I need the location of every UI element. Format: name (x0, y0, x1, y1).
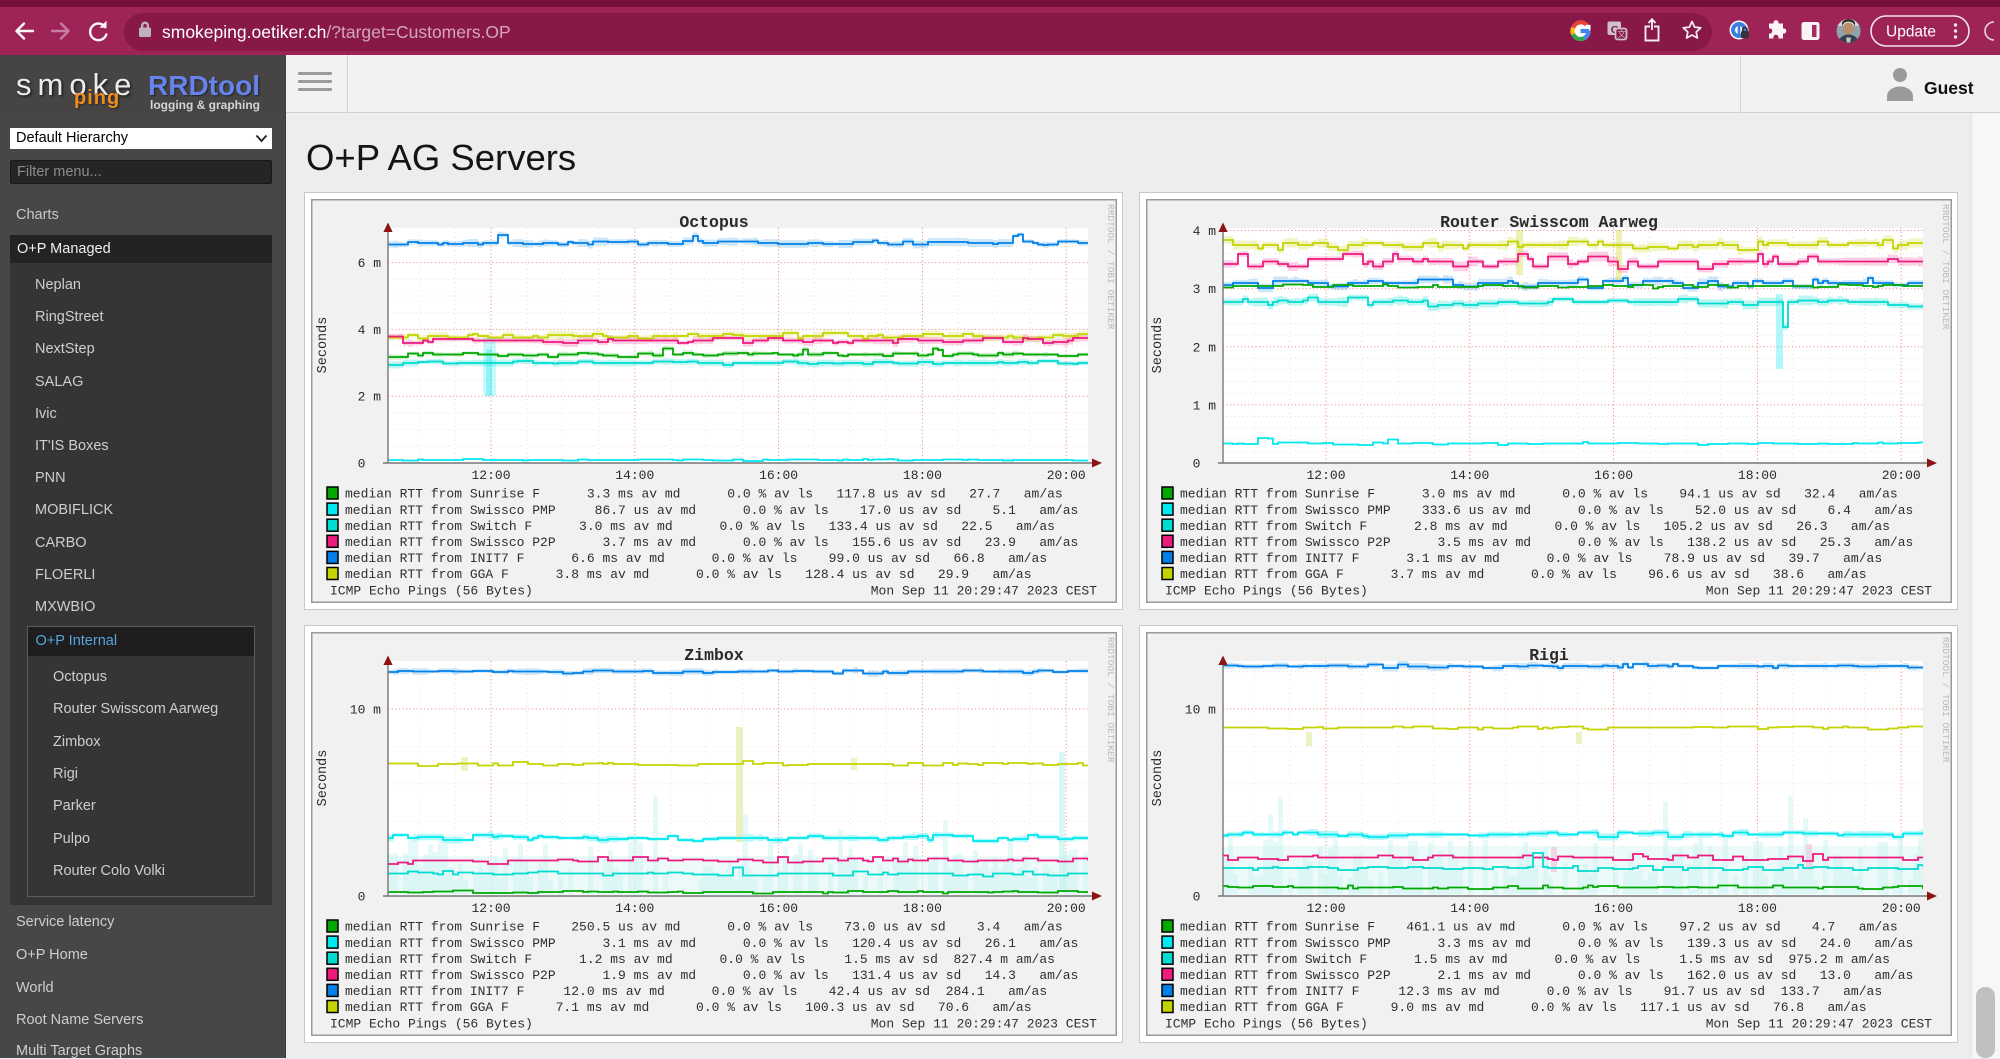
svg-text:16:00: 16:00 (1594, 468, 1633, 483)
svg-text:median RTT from Swissco PMP: median RTT from Swissco PMP 333.6 us av … (1180, 503, 1913, 518)
svg-text:median RTT from Switch F: median RTT from Switch F 1.2 ms av md 0.… (345, 952, 1055, 967)
svg-text:ICMP Echo Pings (56 Bytes): ICMP Echo Pings (56 Bytes) (330, 1017, 533, 1032)
svg-text:14:00: 14:00 (1450, 901, 1489, 916)
svg-text:10 m: 10 m (350, 703, 381, 718)
svg-text:median RTT from Swissco PMP: median RTT from Swissco PMP 86.7 us av m… (345, 503, 1078, 518)
svg-text:ICMP Echo Pings (56 Bytes): ICMP Echo Pings (56 Bytes) (330, 584, 533, 599)
svg-text:median RTT from Swissco PMP: median RTT from Swissco PMP 3.3 ms av md… (1180, 936, 1913, 951)
svg-text:median RTT from Sunrise F: median RTT from Sunrise F 3.0 ms av md 0… (1180, 487, 1898, 502)
svg-text:16:00: 16:00 (759, 468, 798, 483)
svg-text:2 m: 2 m (1193, 340, 1217, 355)
svg-text:18:00: 18:00 (1738, 468, 1777, 483)
svg-text:20:00: 20:00 (1882, 468, 1921, 483)
svg-text:median RTT from Swissco P2P: median RTT from Swissco P2P 3.7 ms av md… (345, 535, 1078, 550)
svg-text:1 m: 1 m (1193, 398, 1217, 413)
svg-text:2 m: 2 m (358, 390, 382, 405)
svg-text:RRDTOOL / TOBI OETIKER: RRDTOOL / TOBI OETIKER (1940, 204, 1951, 330)
svg-text:14:00: 14:00 (615, 901, 654, 916)
svg-text:median RTT from GGA F 3.7: median RTT from GGA F 3.7 ms av md 0.0 %… (1180, 567, 1867, 582)
svg-text:12:00: 12:00 (471, 901, 510, 916)
svg-text:RRDTOOL / TOBI OETIKER: RRDTOOL / TOBI OETIKER (1105, 637, 1116, 763)
svg-text:12:00: 12:00 (471, 468, 510, 483)
svg-text:20:00: 20:00 (1047, 468, 1086, 483)
svg-text:median RTT from Sunrise F: median RTT from Sunrise F 3.3 ms av md 0… (345, 487, 1063, 502)
svg-text:Mon Sep 11 20:29:47 2023 CEST: Mon Sep 11 20:29:47 2023 CEST (1706, 1017, 1932, 1032)
svg-text:Seconds: Seconds (1151, 317, 1166, 374)
svg-text:median RTT from INIT7 F 6: median RTT from INIT7 F 6.6 ms av md 0.0… (345, 551, 1047, 566)
svg-text:Zimbox: Zimbox (684, 646, 744, 665)
svg-text:文: 文 (1617, 29, 1626, 39)
svg-text:0: 0 (358, 457, 381, 472)
svg-text:0: 0 (1193, 457, 1216, 472)
svg-text:Octopus: Octopus (679, 213, 748, 232)
svg-text:median RTT from GGA F 7.1: median RTT from GGA F 7.1 ms av md 0.0 %… (345, 1000, 1032, 1015)
svg-text:18:00: 18:00 (1738, 901, 1777, 916)
svg-text:median RTT from Switch F: median RTT from Switch F 1.5 ms av md 0.… (1180, 952, 1890, 967)
svg-text:4 m: 4 m (358, 323, 382, 338)
svg-text:18:00: 18:00 (903, 901, 942, 916)
svg-text:Seconds: Seconds (316, 317, 331, 374)
svg-text:median RTT from Sunrise F 2: median RTT from Sunrise F 250.5 us av md… (345, 920, 1063, 935)
svg-text:Rigi: Rigi (1529, 646, 1569, 665)
svg-text:median RTT from Switch F: median RTT from Switch F 2.8 ms av md 0.… (1180, 519, 1890, 534)
svg-text:median RTT from INIT7 F 12: median RTT from INIT7 F 12.3 ms av md 0.… (1180, 984, 1882, 999)
svg-text:median RTT from INIT7 F 12: median RTT from INIT7 F 12.0 ms av md 0.… (345, 984, 1047, 999)
svg-text:median RTT from Switch F: median RTT from Switch F 3.0 ms av md 0.… (345, 519, 1055, 534)
svg-text:Router Swisscom Aarweg: Router Swisscom Aarweg (1440, 213, 1658, 232)
svg-text:4 m: 4 m (1193, 224, 1217, 239)
svg-text:Mon Sep 11 20:29:47 2023 CEST: Mon Sep 11 20:29:47 2023 CEST (871, 584, 1097, 599)
svg-text:12:00: 12:00 (1306, 468, 1345, 483)
svg-text:Mon Sep 11 20:29:47 2023 CEST: Mon Sep 11 20:29:47 2023 CEST (871, 1017, 1097, 1032)
svg-text:median RTT from Swissco P2P: median RTT from Swissco P2P 1.9 ms av md… (345, 968, 1078, 983)
svg-text:median RTT from Swissco P2P: median RTT from Swissco P2P 3.5 ms av md… (1180, 535, 1913, 550)
svg-text:14:00: 14:00 (1450, 468, 1489, 483)
svg-text:RRDTOOL / TOBI OETIKER: RRDTOOL / TOBI OETIKER (1940, 637, 1951, 763)
svg-text:6 m: 6 m (358, 256, 382, 271)
svg-text:0: 0 (1193, 890, 1216, 905)
svg-text:ICMP Echo Pings (56 Bytes): ICMP Echo Pings (56 Bytes) (1165, 1017, 1368, 1032)
svg-text:16:00: 16:00 (1594, 901, 1633, 916)
svg-text:16:00: 16:00 (759, 901, 798, 916)
svg-text:RRDTOOL / TOBI OETIKER: RRDTOOL / TOBI OETIKER (1105, 204, 1116, 330)
svg-text:median RTT from GGA F 9.0: median RTT from GGA F 9.0 ms av md 0.0 %… (1180, 1000, 1867, 1015)
svg-text:median RTT from Swissco PMP: median RTT from Swissco PMP 3.1 ms av md… (345, 936, 1078, 951)
svg-text:10 m: 10 m (1185, 703, 1216, 718)
svg-text:Seconds: Seconds (1151, 750, 1166, 807)
svg-text:20:00: 20:00 (1882, 901, 1921, 916)
svg-text:20:00: 20:00 (1047, 901, 1086, 916)
svg-text:12:00: 12:00 (1306, 901, 1345, 916)
svg-text:median RTT from GGA F 3.8: median RTT from GGA F 3.8 ms av md 0.0 %… (345, 567, 1032, 582)
svg-text:ICMP Echo Pings (56 Bytes): ICMP Echo Pings (56 Bytes) (1165, 584, 1368, 599)
svg-text:0: 0 (358, 890, 381, 905)
svg-text:median RTT from Swissco P2P: median RTT from Swissco P2P 2.1 ms av md… (1180, 968, 1913, 983)
svg-text:Mon Sep 11 20:29:47 2023 CEST: Mon Sep 11 20:29:47 2023 CEST (1706, 584, 1932, 599)
svg-text:3 m: 3 m (1193, 282, 1217, 297)
svg-text:18:00: 18:00 (903, 468, 942, 483)
svg-text:median RTT from Sunrise F 4: median RTT from Sunrise F 461.1 us av md… (1180, 920, 1898, 935)
svg-text:Seconds: Seconds (316, 750, 331, 807)
svg-text:median RTT from INIT7 F 3: median RTT from INIT7 F 3.1 ms av md 0.0… (1180, 551, 1882, 566)
svg-text:14:00: 14:00 (615, 468, 654, 483)
svg-text:Update: Update (1886, 24, 1936, 41)
